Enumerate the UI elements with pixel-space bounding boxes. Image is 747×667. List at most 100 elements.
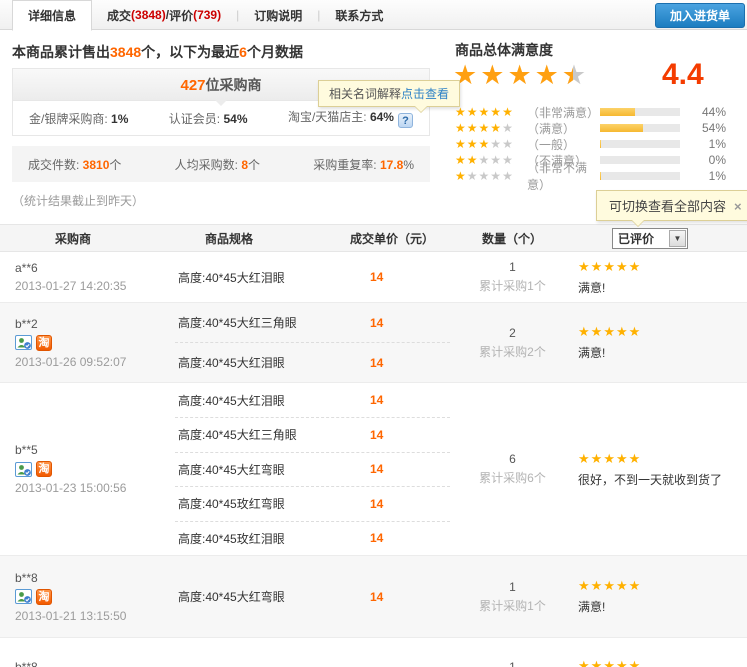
star-filled-icon: ★ bbox=[603, 658, 616, 667]
satisfaction-title: 商品总体满意度 bbox=[455, 40, 553, 60]
breakdown-bar bbox=[600, 108, 680, 116]
review-count: (739) bbox=[193, 8, 221, 22]
review-comment: 满意! bbox=[578, 344, 747, 361]
table-row: b**5淘2013-01-23 15:00:56高度:40*45大红泪眼14高度… bbox=[0, 382, 747, 555]
unit-price: 14 bbox=[370, 393, 450, 407]
taobao-icon[interactable]: 淘 bbox=[36, 461, 52, 477]
review-comment: 满意! bbox=[578, 279, 747, 296]
taobao-icon[interactable]: 淘 bbox=[36, 589, 52, 605]
cumulative-purchases: 累计采购2个 bbox=[479, 343, 546, 360]
star-filled-icon: ★ bbox=[603, 578, 616, 593]
quantity-value: 1 bbox=[509, 580, 516, 594]
star-empty-icon: ★ bbox=[479, 153, 491, 167]
unit-price: 14 bbox=[370, 316, 450, 330]
add-to-cart-label: 加入进货单 bbox=[670, 7, 730, 24]
table-row: b**2淘2013-01-26 09:52:07高度:40*45大红三角眼14高… bbox=[0, 302, 747, 382]
spec-cell: 高度:40*45大红泪眼14 bbox=[175, 252, 450, 302]
unit-price: 14 bbox=[370, 590, 450, 604]
table-row: b**8淘高度:40*45大红三角眼141累计采购3个★★★★★满意! bbox=[0, 637, 747, 667]
spec-subrow: 高度:40*45玫红泪眼14 bbox=[175, 521, 450, 556]
tab-order-info[interactable]: 订购说明 bbox=[239, 0, 317, 30]
review-cell: ★★★★★满意! bbox=[575, 303, 747, 382]
buyer-cell: b**8淘2013-01-21 13:15:50 bbox=[0, 556, 175, 637]
breakdown-percent: 1% bbox=[680, 169, 726, 183]
buyer-name[interactable]: b**2 bbox=[15, 317, 175, 331]
help-icon[interactable]: ? bbox=[398, 113, 413, 128]
deal-count: (3848) bbox=[131, 8, 166, 22]
star-rating: ★★★★★ bbox=[455, 153, 527, 167]
star-filled-icon: ★ bbox=[629, 658, 642, 667]
star-filled-icon: ★ bbox=[467, 105, 479, 119]
review-comment: 满意! bbox=[578, 598, 747, 615]
buyer-name[interactable]: a**6 bbox=[15, 261, 175, 275]
unit-price: 14 bbox=[370, 462, 450, 476]
star-filled-icon: ★ bbox=[490, 105, 502, 119]
review-cell: ★★★★★满意! bbox=[575, 556, 747, 637]
tab-detail-info[interactable]: 详细信息 bbox=[12, 0, 92, 31]
review-table-header: 采购商 商品规格 成交单价（元） 数量（个） 已评价 ▼ bbox=[0, 224, 747, 252]
quantity-cell: 6累计采购6个 bbox=[450, 383, 575, 555]
tab-deals-reviews[interactable]: 成交(3848) / 评价(739) bbox=[92, 0, 236, 30]
buyer-type-stat: 金/银牌采购商: 1% bbox=[29, 110, 128, 127]
star-filled-icon: ★ bbox=[616, 578, 629, 593]
star-filled-icon: ★ bbox=[591, 451, 604, 466]
buyer-cell: a**62013-01-27 14:20:35 bbox=[0, 252, 175, 302]
star-empty-icon: ★ bbox=[467, 169, 479, 183]
tab-contact-label: 联系方式 bbox=[335, 7, 383, 24]
star-filled-icon: ★ bbox=[479, 137, 491, 151]
stat-suffix: % bbox=[403, 158, 414, 172]
breakdown-bar bbox=[600, 172, 680, 180]
spec-name: 高度:40*45大红弯眼 bbox=[175, 461, 370, 478]
deal-stat: 人均采购数: 8个 bbox=[175, 156, 260, 173]
tab-contact[interactable]: 联系方式 bbox=[320, 0, 398, 30]
stat-suffix: 个 bbox=[248, 158, 260, 172]
breakdown-row: ★★★★★（非常满意）44% bbox=[455, 104, 735, 120]
buyer-name[interactable]: b**8 bbox=[15, 660, 175, 667]
stat-value: 54% bbox=[223, 112, 247, 126]
deal-stat: 成交件数: 3810个 bbox=[28, 156, 121, 173]
deal-stat: 采购重复率: 17.8% bbox=[313, 156, 414, 173]
id-verified-icon bbox=[15, 335, 32, 350]
star-rating: ★★★★★ bbox=[578, 259, 747, 275]
spec-name: 高度:40*45大红三角眼 bbox=[175, 314, 370, 331]
star-filled-icon: ★ bbox=[479, 105, 491, 119]
switch-view-tooltip-text: 可切换查看全部内容 bbox=[609, 199, 726, 214]
star-filled-icon: ★ bbox=[502, 105, 514, 119]
breakdown-bar bbox=[600, 124, 680, 132]
transaction-review-panel: 详细信息 成交(3848) / 评价(739) | 订购说明 | 联系方式 加入… bbox=[0, 0, 747, 667]
star-filled-icon: ★ bbox=[455, 121, 467, 135]
unit-price: 14 bbox=[370, 531, 450, 545]
close-icon[interactable]: × bbox=[734, 199, 742, 214]
buyer-name[interactable]: b**8 bbox=[15, 571, 175, 585]
cumulative-purchases: 累计采购1个 bbox=[479, 597, 546, 614]
spec-subrow: 高度:40*45玫红弯眼14 bbox=[175, 486, 450, 521]
buyer-cell: b**8淘 bbox=[0, 638, 175, 667]
overall-star-rating: ★★★★★★ bbox=[453, 60, 589, 91]
col-price: 成交单价（元） bbox=[350, 225, 434, 253]
purchase-date: 2013-01-23 15:00:56 bbox=[15, 481, 175, 495]
quantity-value: 1 bbox=[509, 260, 516, 274]
tab-order-label: 订购说明 bbox=[254, 7, 302, 24]
star-filled-icon: ★ bbox=[578, 578, 591, 593]
quantity-value: 1 bbox=[509, 660, 516, 667]
star-empty-icon: ★ bbox=[502, 169, 514, 183]
buyer-name[interactable]: b**5 bbox=[15, 443, 175, 457]
taobao-icon[interactable]: 淘 bbox=[36, 335, 52, 351]
star-filled-icon: ★ bbox=[616, 658, 629, 667]
review-cell: ★★★★★满意! bbox=[575, 638, 747, 667]
buyer-cell: b**5 淘 2013-01-23 15:00:56 bbox=[0, 383, 175, 555]
star-filled-icon: ★ bbox=[479, 121, 491, 135]
star-rating: ★★★★★ bbox=[455, 121, 527, 135]
quantity-cell: 1 累计采购1个 bbox=[450, 556, 575, 637]
spec-subrow: 高度:40*45大红泪眼14 bbox=[175, 252, 450, 302]
quantity-cell: 2累计采购2个 bbox=[450, 303, 575, 382]
add-to-cart-button[interactable]: 加入进货单 bbox=[655, 3, 745, 28]
buyer-cell: b**2淘2013-01-26 09:52:07 bbox=[0, 303, 175, 382]
table-row: a**62013-01-27 14:20:35高度:40*45大红泪眼141累计… bbox=[0, 252, 747, 302]
star-empty-icon: ★ bbox=[479, 169, 491, 183]
breakdown-label: （满意） bbox=[527, 120, 600, 137]
star-empty-icon: ★ bbox=[490, 137, 502, 151]
review-filter-select[interactable]: 已评价 ▼ bbox=[612, 228, 688, 249]
terms-tooltip-link[interactable]: 点击查看 bbox=[401, 87, 449, 101]
notch-arrow bbox=[215, 100, 227, 106]
